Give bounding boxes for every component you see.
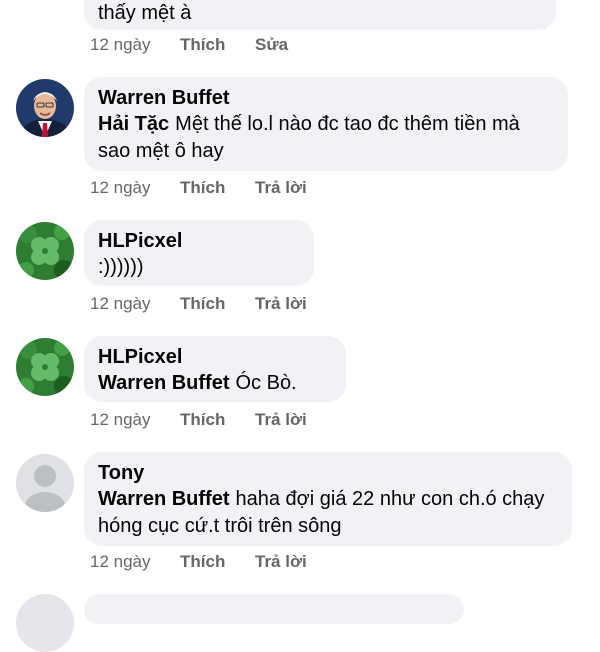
comment-bubble: thấy mệt à (84, 0, 556, 30)
comment-time[interactable]: 12 ngày (90, 293, 180, 315)
comment-bubble: HLPicxel :)))))) (84, 220, 314, 286)
like-button[interactable]: Thích (180, 409, 255, 431)
comment-body: Warren Buffet haha đợi giá 22 như con ch.… (98, 486, 558, 540)
clover-avatar-icon (16, 222, 74, 280)
reply-button[interactable]: Trả lời (255, 409, 307, 431)
avatar[interactable] (16, 222, 74, 280)
comment-time[interactable]: 12 ngày (90, 551, 180, 573)
comment-time[interactable]: 12 ngày (90, 177, 180, 199)
edit-button[interactable]: Sửa (255, 34, 288, 56)
comment-author[interactable]: HLPicxel (98, 228, 300, 254)
mention-link[interactable]: Warren Buffet (98, 488, 229, 510)
like-button[interactable]: Thích (180, 293, 255, 315)
comment-meta: 12 ngày Thích Trả lời (90, 409, 307, 431)
warren-buffet-avatar-icon (16, 79, 74, 137)
reply-button[interactable]: Trả lời (255, 293, 307, 315)
like-button[interactable]: Thích (180, 34, 255, 56)
comment-meta: 12 ngày Thích Trả lời (90, 177, 307, 199)
comment-bubble (84, 594, 464, 624)
reply-button[interactable]: Trả lời (255, 551, 307, 573)
avatar[interactable] (16, 338, 74, 396)
avatar[interactable] (16, 79, 74, 137)
comment-bubble: Warren Buffet Hải Tặc Mệt thế lo.l nào đc… (84, 77, 568, 171)
comment-body: Hải Tặc Mệt thế lo.l nào đc tao đc thêm t… (98, 111, 554, 165)
comment-bubble: Tony Warren Buffet haha đợi giá 22 như co… (84, 452, 572, 546)
comment-meta: 12 ngày Thích Sửa (90, 34, 288, 56)
avatar[interactable] (16, 594, 74, 652)
like-button[interactable]: Thích (180, 551, 255, 573)
comment-author[interactable]: Warren Buffet (98, 85, 554, 111)
default-user-avatar-icon (16, 454, 74, 512)
comment-body: Warren Buffet Óc Bò. (98, 370, 332, 397)
clover-avatar-icon (16, 338, 74, 396)
comment-meta: 12 ngày Thích Trả lời (90, 551, 307, 573)
comment-bubble: HLPicxel Warren Buffet Óc Bò. (84, 336, 346, 402)
comment-time[interactable]: 12 ngày (90, 34, 180, 56)
like-button[interactable]: Thích (180, 177, 255, 199)
mention-link[interactable]: Warren Buffet (98, 372, 229, 394)
comment-text: Óc Bò. (235, 372, 297, 394)
comment-meta: 12 ngày Thích Trả lời (90, 293, 307, 315)
comment-author[interactable]: Tony (98, 460, 558, 486)
reply-button[interactable]: Trả lời (255, 177, 307, 199)
comment-author[interactable]: HLPicxel (98, 344, 332, 370)
avatar[interactable] (16, 454, 74, 512)
comment-text: :)))))) (98, 256, 144, 278)
comment-time[interactable]: 12 ngày (90, 409, 180, 431)
comment-text: thấy mệt à (98, 2, 192, 24)
mention-link[interactable]: Hải Tặc (98, 113, 169, 135)
